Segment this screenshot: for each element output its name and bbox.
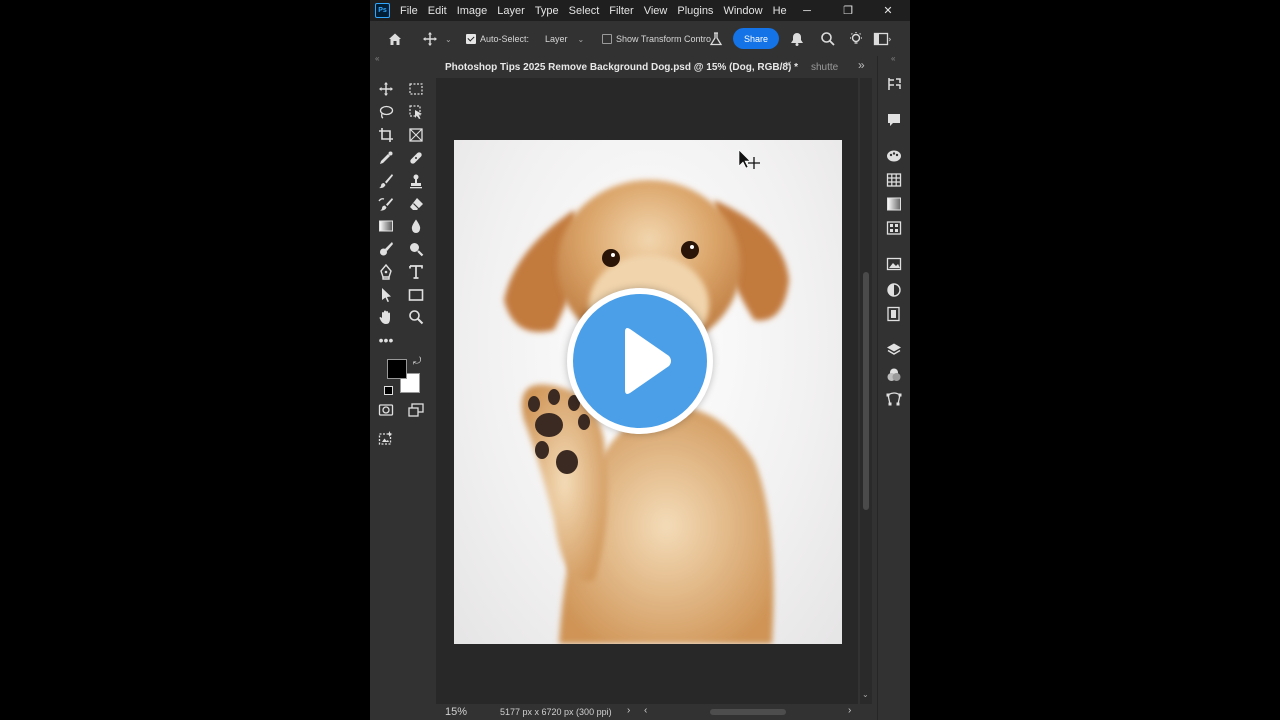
tab-title-inactive: shutte bbox=[811, 61, 839, 73]
path-selection-tool-icon[interactable] bbox=[375, 285, 397, 305]
dodge-tool-icon[interactable] bbox=[375, 239, 397, 259]
right-panel-dock: « bbox=[877, 54, 910, 720]
notifications-icon[interactable] bbox=[787, 31, 807, 47]
default-colors-icon[interactable] bbox=[384, 386, 393, 395]
menu-view[interactable]: View bbox=[644, 5, 668, 17]
auto-select-target-value: Layer bbox=[545, 34, 568, 44]
healing-brush-tool-icon[interactable] bbox=[405, 148, 427, 168]
menu-layer[interactable]: Layer bbox=[497, 5, 525, 17]
menu-filter[interactable]: Filter bbox=[609, 5, 633, 17]
channels-icon[interactable] bbox=[886, 367, 902, 383]
menu-bar: Ps File Edit Image Layer Type Select Fil… bbox=[370, 0, 910, 21]
document-tab-bar: Photoshop Tips 2025 Remove Background Do… bbox=[436, 56, 876, 78]
horizontal-scroll-thumb[interactable] bbox=[710, 709, 786, 715]
zoom-tool-icon[interactable] bbox=[405, 307, 427, 327]
move-tool-icon[interactable] bbox=[375, 79, 397, 99]
menu-file[interactable]: File bbox=[400, 5, 418, 17]
pen-tool-icon[interactable] bbox=[375, 262, 397, 282]
more-tabs-icon[interactable]: » bbox=[858, 58, 865, 72]
marquee-tool-icon[interactable] bbox=[405, 79, 427, 99]
menu-image[interactable]: Image bbox=[457, 5, 488, 17]
chevron-down-icon: ⌄ bbox=[577, 34, 585, 44]
object-select-tool-icon[interactable] bbox=[405, 102, 427, 122]
vertical-scroll-thumb[interactable] bbox=[863, 272, 869, 510]
menu-type[interactable]: Type bbox=[535, 5, 559, 17]
menu-help[interactable]: He bbox=[773, 5, 787, 17]
share-button[interactable]: Share bbox=[733, 28, 779, 49]
lightbulb-icon[interactable] bbox=[848, 31, 864, 52]
collapse-panels-icon[interactable]: « bbox=[891, 54, 895, 63]
swatches-icon[interactable] bbox=[886, 172, 902, 188]
flask-icon[interactable] bbox=[708, 31, 724, 47]
gradients-icon[interactable] bbox=[886, 196, 902, 212]
close-button[interactable]: ✕ bbox=[873, 0, 903, 21]
show-transform-controls-option[interactable]: Show Transform Contro bbox=[602, 34, 711, 44]
document-size: 5177 px x 6720 px (300 ppi) bbox=[500, 707, 612, 717]
layers-icon[interactable] bbox=[886, 342, 902, 358]
menu-window[interactable]: Window bbox=[723, 5, 762, 17]
history-icon[interactable] bbox=[886, 76, 902, 92]
minimize-button[interactable]: ─ bbox=[792, 0, 822, 21]
scroll-left-icon[interactable]: ‹ bbox=[644, 705, 647, 716]
gradient-tool-icon[interactable] bbox=[375, 216, 397, 236]
tab-title: Photoshop Tips 2025 Remove Background Do… bbox=[445, 61, 798, 73]
blur-tool-icon[interactable] bbox=[405, 216, 427, 236]
close-tab-icon[interactable]: ✕ bbox=[784, 60, 792, 71]
vertical-scrollbar[interactable]: ⌄ bbox=[860, 78, 872, 704]
rectangle-tool-icon[interactable] bbox=[405, 285, 427, 305]
swap-colors-icon[interactable]: ⤾ bbox=[413, 356, 421, 367]
zoom-level[interactable]: 15% bbox=[445, 706, 467, 718]
zoom-in-tool-icon[interactable] bbox=[405, 239, 427, 259]
more-tools-icon[interactable]: ••• bbox=[375, 330, 397, 350]
patterns-icon[interactable] bbox=[886, 220, 902, 236]
generative-fill-icon[interactable] bbox=[375, 428, 397, 448]
play-video-button[interactable] bbox=[567, 288, 713, 434]
comments-icon[interactable] bbox=[886, 112, 902, 128]
photoshop-logo-icon: Ps bbox=[375, 3, 390, 18]
libraries-icon[interactable] bbox=[886, 306, 902, 322]
tab-active-document[interactable]: Photoshop Tips 2025 Remove Background Do… bbox=[436, 56, 800, 78]
adjustments-icon[interactable] bbox=[886, 282, 902, 298]
eraser-tool-icon[interactable] bbox=[405, 194, 427, 214]
play-icon bbox=[625, 328, 671, 394]
brush-tool-icon[interactable] bbox=[375, 171, 397, 191]
eyedropper-tool-icon[interactable] bbox=[375, 148, 397, 168]
image-properties-icon[interactable] bbox=[886, 256, 902, 272]
home-icon[interactable] bbox=[387, 31, 403, 47]
menu-edit[interactable]: Edit bbox=[428, 5, 447, 17]
auto-select-label: Auto-Select: bbox=[480, 34, 530, 44]
scroll-right-icon[interactable]: › bbox=[848, 705, 851, 716]
lasso-tool-icon[interactable] bbox=[375, 102, 397, 122]
status-menu-arrow-icon[interactable]: › bbox=[627, 705, 630, 716]
collapse-toolbar-icon[interactable]: « bbox=[375, 54, 379, 63]
foreground-color-swatch[interactable] bbox=[387, 359, 407, 379]
status-bar: 15% 5177 px x 6720 px (300 ppi) › ‹ › bbox=[436, 704, 872, 720]
auto-select-target-dropdown[interactable]: Layer ⌄ bbox=[545, 34, 584, 44]
hand-tool-icon[interactable] bbox=[375, 307, 397, 327]
menu-plugins[interactable]: Plugins bbox=[677, 5, 713, 17]
move-tool-preset-icon[interactable] bbox=[422, 31, 438, 47]
screen-mode-icon[interactable] bbox=[405, 400, 427, 420]
scroll-down-icon[interactable]: ⌄ bbox=[862, 690, 869, 699]
workspace-icon[interactable] bbox=[873, 31, 892, 52]
show-transform-checkbox[interactable] bbox=[602, 34, 612, 44]
tools-panel: ••• ⤾ bbox=[370, 64, 435, 720]
restore-button[interactable]: ❐ bbox=[833, 0, 863, 21]
color-palette-icon[interactable] bbox=[886, 148, 902, 164]
show-transform-label: Show Transform Contro bbox=[616, 34, 712, 44]
tab-inactive-document[interactable]: shutte bbox=[806, 56, 866, 78]
menu-select[interactable]: Select bbox=[569, 5, 600, 17]
paths-icon[interactable] bbox=[886, 391, 902, 407]
history-brush-tool-icon[interactable] bbox=[375, 194, 397, 214]
chevron-down-icon[interactable]: ⌄ bbox=[445, 35, 452, 44]
auto-select-option[interactable]: Auto-Select: bbox=[466, 34, 529, 44]
clone-stamp-tool-icon[interactable] bbox=[405, 171, 427, 191]
frame-tool-icon[interactable] bbox=[405, 125, 427, 145]
search-icon[interactable] bbox=[820, 31, 836, 52]
auto-select-checkbox[interactable] bbox=[466, 34, 476, 44]
crop-tool-icon[interactable] bbox=[375, 125, 397, 145]
type-tool-icon[interactable] bbox=[405, 262, 427, 282]
quick-mask-icon[interactable] bbox=[375, 400, 397, 420]
